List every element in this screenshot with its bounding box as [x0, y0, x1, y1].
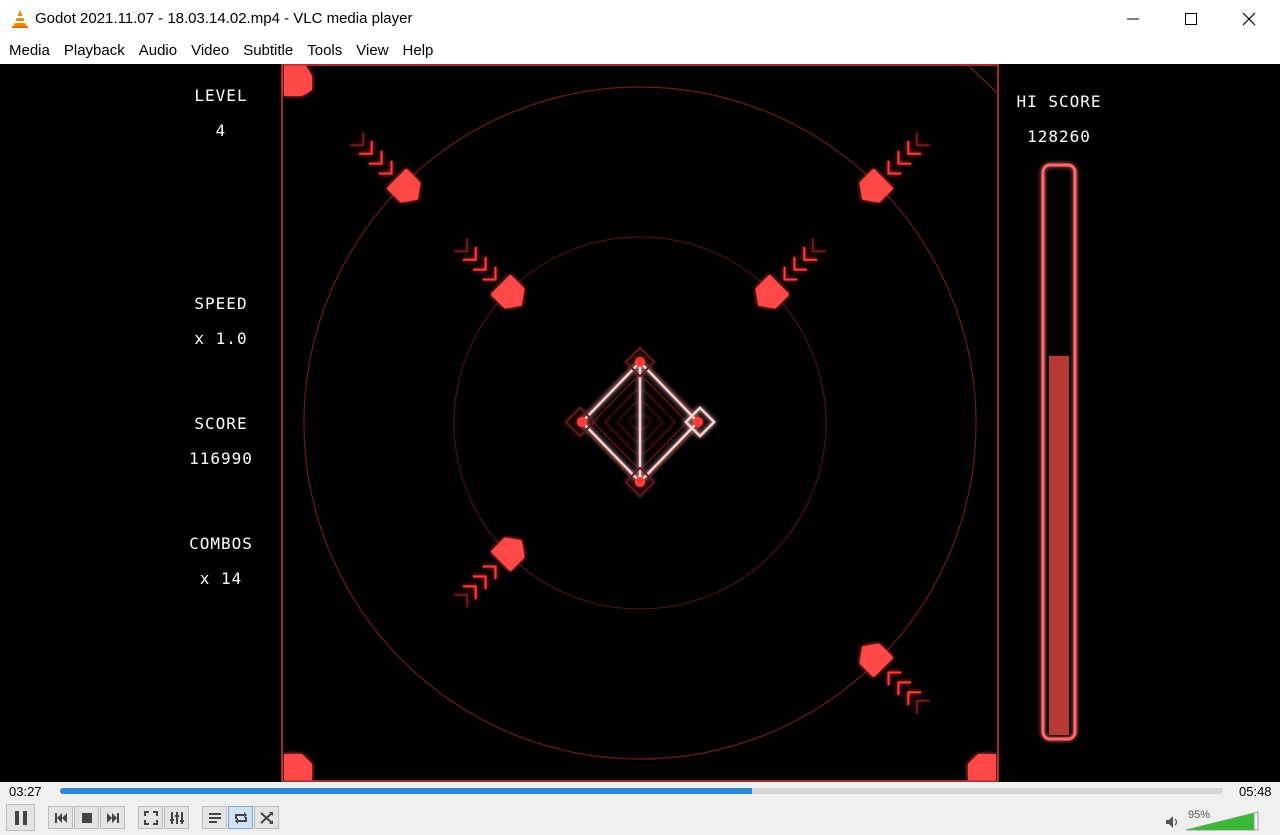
stop-button[interactable] — [74, 806, 99, 829]
vlc-cone-icon — [12, 10, 28, 28]
combos-value: x 14 — [199, 569, 243, 588]
extended-settings-button[interactable] — [164, 806, 189, 829]
arrow-top-left-outer — [347, 129, 428, 210]
close-icon — [1242, 12, 1256, 26]
level-value: 4 — [215, 121, 227, 140]
playlist-icon — [208, 812, 221, 823]
seek-bar[interactable] — [60, 788, 1223, 794]
pause-button[interactable] — [6, 804, 35, 831]
title-bar: Godot 2021.11.07 - 18.03.14.02.mp4 - VLC… — [0, 0, 1280, 38]
volume-slider-fill — [1186, 812, 1255, 830]
seek-bar-fill — [60, 788, 752, 794]
maximize-button[interactable] — [1162, 0, 1220, 38]
speed-label: SPEED — [194, 294, 248, 313]
power-meter — [1041, 163, 1077, 741]
arrow-top-left-inner — [451, 235, 532, 316]
hiscore-label: HI SCORE — [1016, 92, 1102, 111]
previous-button[interactable] — [48, 806, 73, 829]
menu-audio[interactable]: Audio — [132, 38, 184, 64]
menu-tools[interactable]: Tools — [300, 38, 349, 64]
level-label: LEVEL — [194, 86, 248, 105]
hiscore-value: 128260 — [1027, 127, 1091, 146]
speaker-icon[interactable] — [1164, 814, 1182, 830]
minimize-icon — [1127, 18, 1139, 20]
maximize-icon — [1185, 13, 1197, 25]
menu-playback[interactable]: Playback — [57, 38, 132, 64]
arrow-top-right-outer — [852, 129, 933, 210]
control-bar: 95% — [0, 800, 1280, 835]
shuffle-icon — [259, 811, 273, 824]
previous-icon — [54, 812, 67, 823]
speed-value: x 1.0 — [194, 329, 248, 348]
seek-row: 03:27 05:48 — [0, 782, 1280, 800]
volume-slider[interactable] — [1186, 811, 1260, 831]
extended-settings-icon — [169, 811, 184, 824]
arrow-bottom-left — [451, 530, 532, 611]
stop-icon — [81, 812, 92, 823]
playlist-button[interactable] — [202, 806, 227, 829]
window-title: Godot 2021.11.07 - 18.03.14.02.mp4 - VLC… — [35, 10, 413, 27]
next-icon — [106, 812, 119, 823]
video-frame[interactable]: LEVEL 4 SPEED x 1.0 SCORE 116990 COMBOS … — [0, 64, 1280, 782]
arrow-top-right-inner — [748, 235, 829, 316]
fullscreen-icon — [143, 810, 158, 825]
minimize-button[interactable] — [1104, 0, 1162, 38]
elapsed-time: 03:27 — [9, 784, 42, 799]
loop-button[interactable] — [228, 806, 253, 829]
corner-marker-bottom-right — [968, 754, 996, 780]
fullscreen-button[interactable] — [138, 806, 163, 829]
pause-icon — [14, 810, 27, 825]
arrow-bottom-right — [852, 636, 933, 717]
menu-media[interactable]: Media — [2, 38, 57, 64]
corner-marker-bottom-left — [284, 754, 312, 780]
menu-bar: Media Playback Audio Video Subtitle Tool… — [0, 38, 1280, 64]
menu-help[interactable]: Help — [396, 38, 441, 64]
power-meter-fill — [1049, 355, 1069, 735]
score-label: SCORE — [194, 414, 248, 433]
menu-video[interactable]: Video — [184, 38, 236, 64]
center-diamond — [564, 346, 716, 498]
menu-subtitle[interactable]: Subtitle — [236, 38, 300, 64]
next-button[interactable] — [100, 806, 125, 829]
total-time: 05:48 — [1239, 784, 1272, 799]
menu-view[interactable]: View — [349, 38, 395, 64]
score-value: 116990 — [189, 449, 253, 468]
corner-marker-top-left — [284, 66, 312, 96]
loop-icon — [234, 811, 247, 824]
close-button[interactable] — [1220, 0, 1278, 38]
combos-label: COMBOS — [189, 534, 253, 553]
shuffle-button[interactable] — [254, 806, 279, 829]
